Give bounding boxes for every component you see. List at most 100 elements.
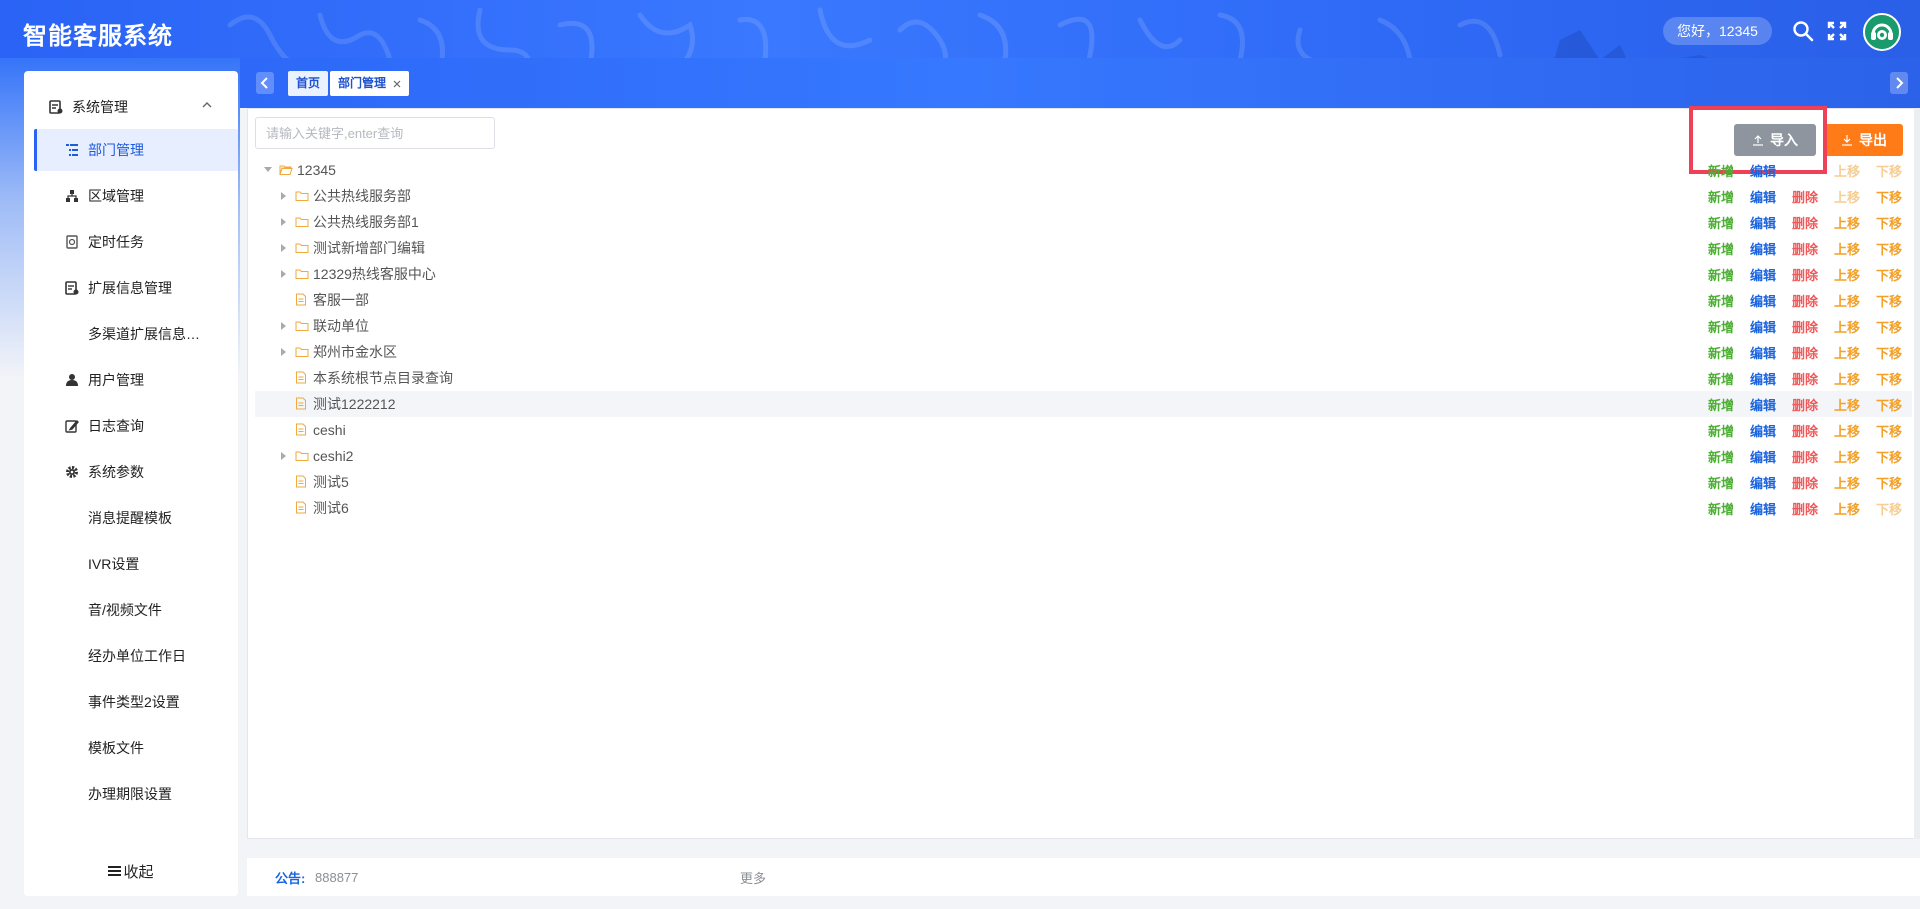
move-up-button[interactable]: 上移: [1834, 421, 1860, 440]
tab-home[interactable]: 首页: [288, 71, 329, 96]
tree-node-label[interactable]: 联动单位: [313, 316, 369, 336]
edit-button[interactable]: 编辑: [1750, 239, 1776, 258]
move-down-button[interactable]: 下移: [1876, 239, 1902, 258]
tree-row[interactable]: 测试1222212 新增 编辑 删除 上移 下移: [255, 391, 1912, 417]
tree-row[interactable]: 测试6 新增 编辑 删除 上移 下移: [255, 495, 1912, 521]
search-input[interactable]: [255, 117, 495, 149]
caret-right-icon[interactable]: [279, 451, 289, 461]
sidebar-item-unit-workdays[interactable]: 经办单位工作日: [24, 635, 238, 677]
tree-node-label[interactable]: ceshi: [313, 422, 346, 438]
edit-button[interactable]: 编辑: [1750, 395, 1776, 414]
edit-button[interactable]: 编辑: [1750, 473, 1776, 492]
tree-row[interactable]: ceshi2 新增 编辑 删除 上移 下移: [255, 443, 1912, 469]
sidebar-item-scheduled-tasks[interactable]: 定时任务: [24, 221, 238, 263]
move-up-button[interactable]: 上移: [1834, 395, 1860, 414]
delete-button[interactable]: 删除: [1792, 473, 1818, 492]
move-down-button[interactable]: 下移: [1876, 317, 1902, 336]
move-up-button[interactable]: 上移: [1834, 343, 1860, 362]
delete-button[interactable]: 删除: [1792, 499, 1818, 518]
add-button[interactable]: 新增: [1708, 447, 1734, 466]
tree-row[interactable]: 12345 新增 编辑 上移 下移: [255, 157, 1912, 183]
tree-row[interactable]: 公共热线服务部1 新增 编辑 删除 上移 下移: [255, 209, 1912, 235]
move-down-button[interactable]: 下移: [1876, 187, 1902, 206]
sidebar-item-system-parameters[interactable]: 系统参数: [24, 451, 238, 493]
export-button[interactable]: 导出: [1825, 124, 1903, 156]
tree-row[interactable]: ceshi 新增 编辑 删除 上移 下移: [255, 417, 1912, 443]
user-greeting[interactable]: 您好，12345: [1663, 17, 1772, 45]
tree-node-label[interactable]: 郑州市金水区: [313, 342, 397, 362]
caret-down-icon[interactable]: [263, 165, 273, 175]
delete-button[interactable]: 删除: [1792, 187, 1818, 206]
tree-node-label[interactable]: 测试新增部门编辑: [313, 238, 425, 258]
add-button[interactable]: 新增: [1708, 369, 1734, 388]
move-up-button[interactable]: 上移: [1834, 239, 1860, 258]
tree-node-label[interactable]: 12345: [297, 162, 336, 178]
move-down-button[interactable]: 下移: [1876, 447, 1902, 466]
move-down-button[interactable]: 下移: [1876, 291, 1902, 310]
edit-button[interactable]: 编辑: [1750, 421, 1776, 440]
tree-row[interactable]: 联动单位 新增 编辑 删除 上移 下移: [255, 313, 1912, 339]
search-icon[interactable]: [1792, 20, 1814, 42]
delete-button[interactable]: 删除: [1792, 343, 1818, 362]
tree-node-label[interactable]: 12329热线客服中心: [313, 264, 436, 284]
caret-right-icon[interactable]: [279, 243, 289, 253]
edit-button[interactable]: 编辑: [1750, 187, 1776, 206]
add-button[interactable]: 新增: [1708, 213, 1734, 232]
fullscreen-icon[interactable]: [1826, 20, 1848, 42]
sidebar-item-template-files[interactable]: 模板文件: [24, 727, 238, 769]
sidebar-item-ivr-settings[interactable]: IVR设置: [24, 543, 238, 585]
move-up-button[interactable]: 上移: [1834, 213, 1860, 232]
move-down-button[interactable]: 下移: [1876, 369, 1902, 388]
tab-department-management[interactable]: 部门管理: [330, 71, 410, 96]
delete-button[interactable]: 删除: [1792, 213, 1818, 232]
move-up-button[interactable]: 上移: [1834, 317, 1860, 336]
tree-row[interactable]: 客服一部 新增 编辑 删除 上移 下移: [255, 287, 1912, 313]
delete-button[interactable]: 删除: [1792, 291, 1818, 310]
delete-button[interactable]: 删除: [1792, 239, 1818, 258]
add-button[interactable]: 新增: [1708, 265, 1734, 284]
delete-button[interactable]: 删除: [1792, 265, 1818, 284]
sidebar-group-system-management[interactable]: 系统管理: [24, 86, 238, 128]
edit-button[interactable]: 编辑: [1750, 499, 1776, 518]
caret-right-icon[interactable]: [279, 321, 289, 331]
tree-row[interactable]: 测试5 新增 编辑 删除 上移 下移: [255, 469, 1912, 495]
add-button[interactable]: 新增: [1708, 473, 1734, 492]
move-down-button[interactable]: 下移: [1876, 421, 1902, 440]
add-button[interactable]: 新增: [1708, 395, 1734, 414]
move-up-button[interactable]: 上移: [1834, 291, 1860, 310]
move-down-button[interactable]: 下移: [1876, 343, 1902, 362]
move-up-button[interactable]: 上移: [1834, 369, 1860, 388]
tabs-scroll-right-button[interactable]: [1890, 72, 1908, 94]
tree-row[interactable]: 测试新增部门编辑 新增 编辑 删除 上移 下移: [255, 235, 1912, 261]
tree-node-label[interactable]: ceshi2: [313, 448, 353, 464]
tree-node-label[interactable]: 测试6: [313, 498, 349, 518]
edit-button[interactable]: 编辑: [1750, 265, 1776, 284]
tree-row[interactable]: 郑州市金水区 新增 编辑 删除 上移 下移: [255, 339, 1912, 365]
tree-node-label[interactable]: 本系统根节点目录查询: [313, 368, 453, 388]
caret-right-icon[interactable]: [279, 191, 289, 201]
tree-node-label[interactable]: 客服一部: [313, 290, 369, 310]
sidebar-item-audio-video-files[interactable]: 音/视频文件: [24, 589, 238, 631]
caret-right-icon[interactable]: [279, 269, 289, 279]
move-down-button[interactable]: 下移: [1876, 213, 1902, 232]
edit-button[interactable]: 编辑: [1750, 291, 1776, 310]
edit-button[interactable]: 编辑: [1750, 447, 1776, 466]
sidebar-collapse-button[interactable]: 收起: [24, 846, 238, 896]
delete-button[interactable]: 删除: [1792, 369, 1818, 388]
tree-node-label[interactable]: 公共热线服务部: [313, 186, 411, 206]
edit-button[interactable]: 编辑: [1750, 317, 1776, 336]
add-button[interactable]: 新增: [1708, 421, 1734, 440]
tree-row[interactable]: 公共热线服务部 新增 编辑 删除 上移 下移: [255, 183, 1912, 209]
sidebar-item-log-query[interactable]: 日志查询: [24, 405, 238, 447]
add-button[interactable]: 新增: [1708, 291, 1734, 310]
add-button[interactable]: 新增: [1708, 187, 1734, 206]
delete-button[interactable]: 删除: [1792, 395, 1818, 414]
move-down-button[interactable]: 下移: [1876, 395, 1902, 414]
move-down-button[interactable]: 下移: [1876, 265, 1902, 284]
move-up-button[interactable]: 上移: [1834, 265, 1860, 284]
caret-right-icon[interactable]: [279, 217, 289, 227]
move-up-button[interactable]: 上移: [1834, 447, 1860, 466]
tree-node-label[interactable]: 公共热线服务部1: [313, 212, 419, 232]
delete-button[interactable]: 删除: [1792, 421, 1818, 440]
sidebar-item-message-templates[interactable]: 消息提醒模板: [24, 497, 238, 539]
